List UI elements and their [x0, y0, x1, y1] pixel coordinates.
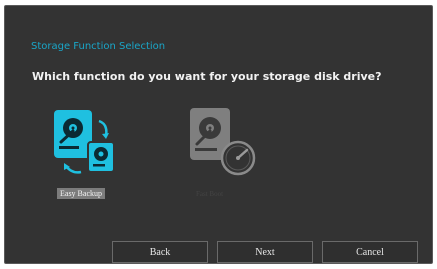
option-fast-boot[interactable]: [182, 106, 262, 178]
question-text: Which function do you want for your stor…: [32, 70, 382, 83]
option-easy-backup-label: Easy Backup: [57, 188, 105, 199]
option-fast-boot-label: Fast Boot: [196, 190, 224, 198]
option-easy-backup[interactable]: [48, 108, 118, 180]
cancel-button[interactable]: Cancel: [322, 241, 418, 263]
section-title: Storage Function Selection: [31, 41, 166, 52]
next-button[interactable]: Next: [217, 241, 313, 263]
back-button[interactable]: Back: [112, 241, 208, 263]
hdd-speedometer-icon: [190, 108, 256, 176]
hdd-backup-icon: [54, 110, 115, 174]
